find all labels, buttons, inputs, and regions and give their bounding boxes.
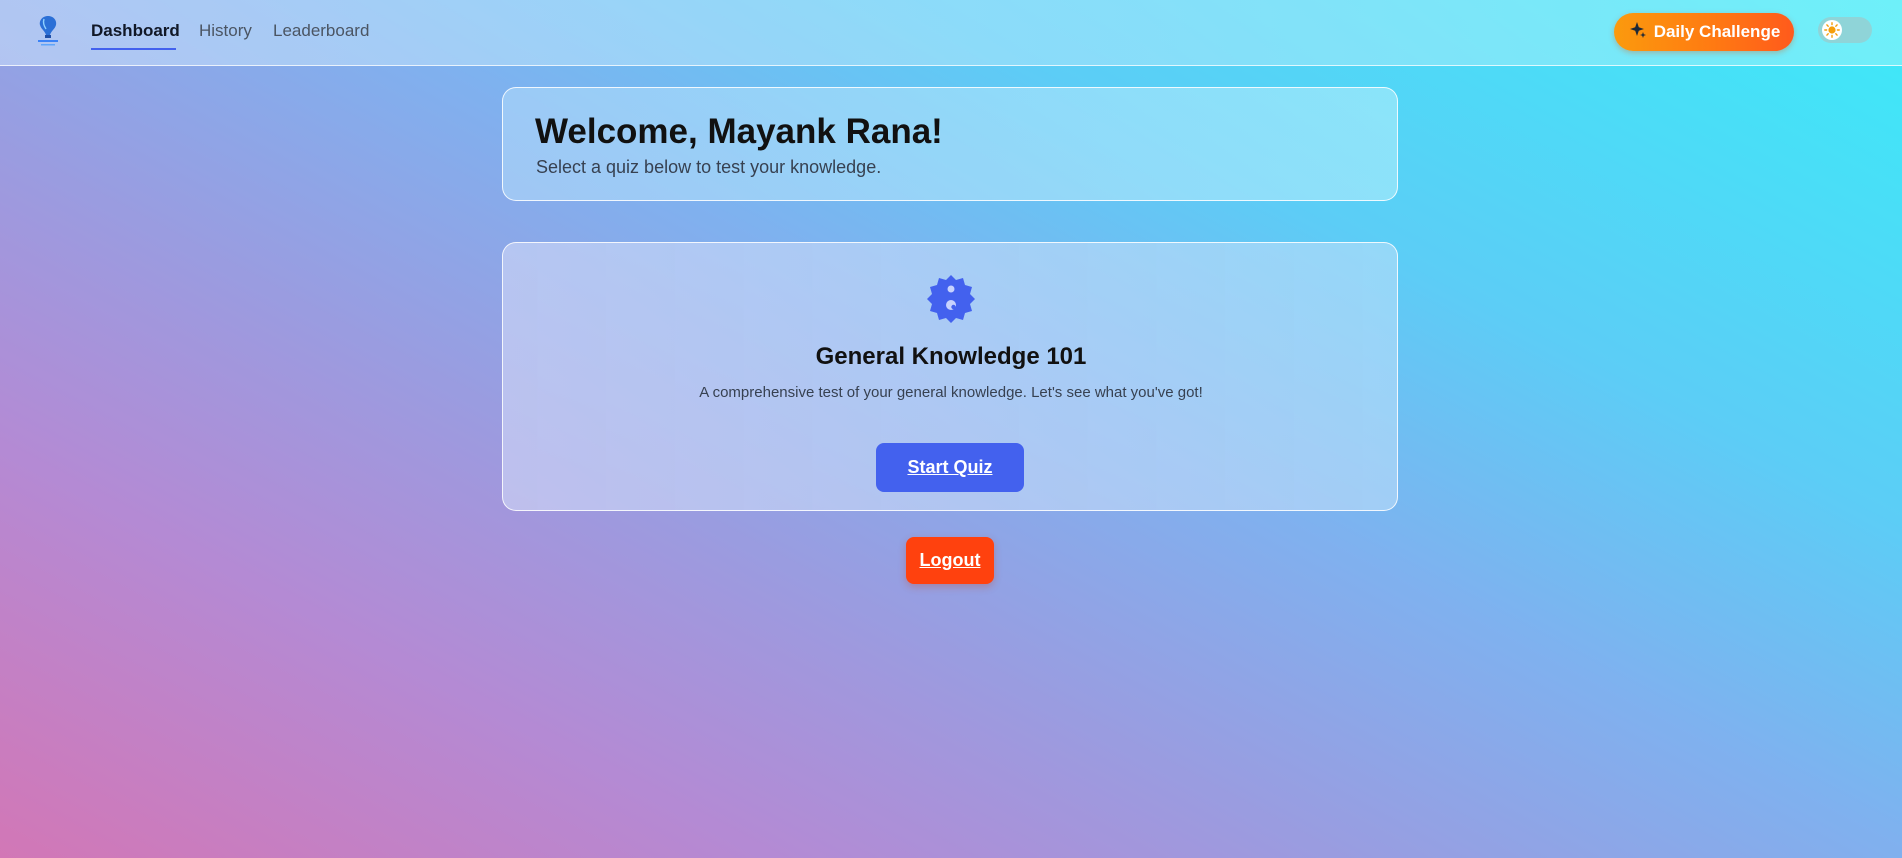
daily-challenge-button[interactable]: Daily Challenge xyxy=(1614,13,1794,51)
welcome-card: Welcome, Mayank Rana! Select a quiz belo… xyxy=(502,87,1398,201)
logout-button[interactable]: Logout xyxy=(906,537,994,584)
quiz-title: General Knowledge 101 xyxy=(815,343,1087,370)
nav-active-indicator xyxy=(91,48,176,50)
welcome-subtitle: Select a quiz below to test your knowled… xyxy=(536,157,882,177)
sun-icon xyxy=(1822,20,1842,40)
start-quiz-button[interactable]: Start Quiz xyxy=(876,443,1024,492)
theme-toggle[interactable] xyxy=(1818,17,1872,43)
sparkle-icon xyxy=(1628,20,1648,45)
logo-icon[interactable] xyxy=(33,14,63,48)
nav-link-leaderboard[interactable]: Leaderboard xyxy=(273,21,369,41)
quiz-badge-icon xyxy=(926,274,976,324)
daily-challenge-label: Daily Challenge xyxy=(1653,22,1781,41)
nav-link-history[interactable]: History xyxy=(199,21,252,41)
navbar: Dashboard History Leaderboard Daily Chal… xyxy=(0,0,1902,66)
welcome-title: Welcome, Mayank Rana! xyxy=(535,112,943,151)
quiz-card: General Knowledge 101 A comprehensive te… xyxy=(502,242,1398,511)
nav-link-dashboard[interactable]: Dashboard xyxy=(91,21,180,41)
quiz-description: A comprehensive test of your general kno… xyxy=(699,384,1203,401)
